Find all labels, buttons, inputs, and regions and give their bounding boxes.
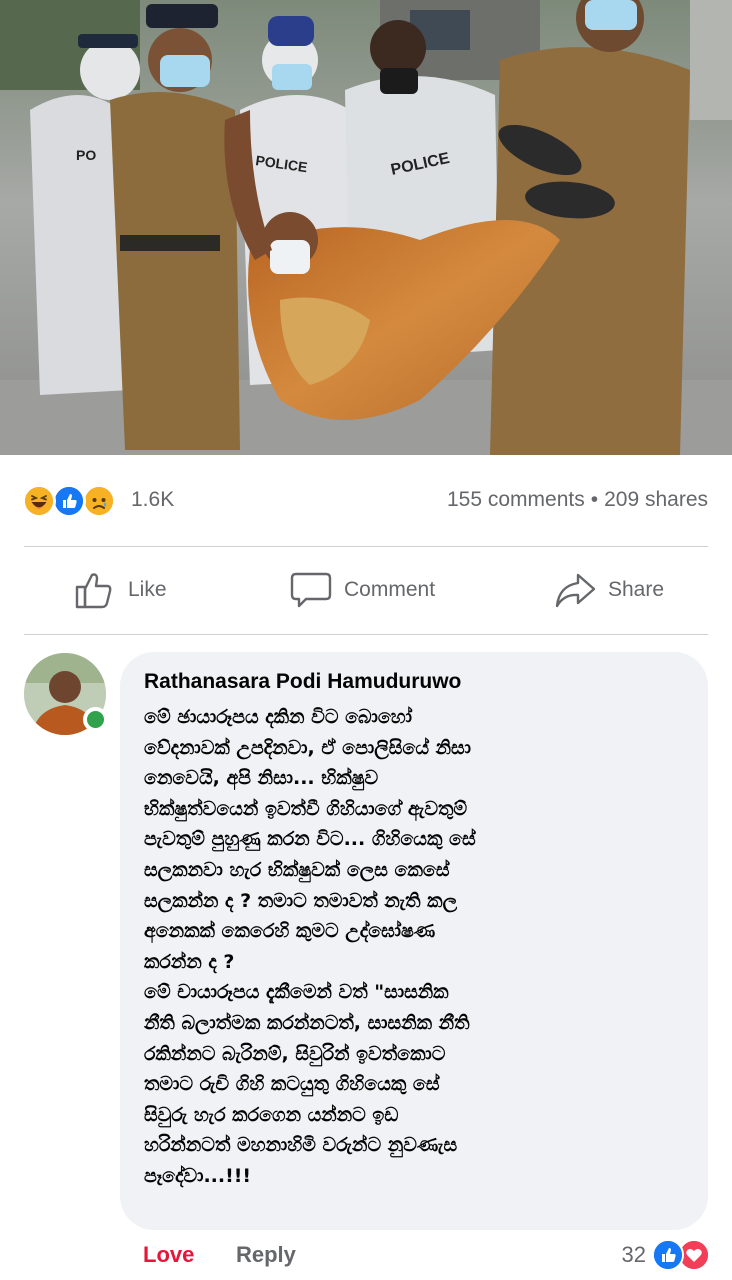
like-button[interactable]: Like (74, 570, 167, 610)
comment-line: පැවතුම් පුහුණු කරන විට... ගිහියෙකු සේ (144, 828, 476, 851)
comment-line: හරින්නටත් මහනාහිමි වරුන්ට නුවණැස (144, 1134, 458, 1157)
comment-button[interactable]: Comment (290, 570, 435, 610)
love-reaction-link[interactable]: Love (143, 1242, 194, 1268)
comment-line: මේ චායාරූපය දැකීමෙන් වත් "සාසනික (144, 981, 449, 1004)
online-status-indicator (83, 707, 108, 732)
comment-line: නීති බලාත්මක කරන්නටත්, සාසනික නීති (144, 1011, 470, 1034)
comment-line: සිවුරු හැර කරගෙන යන්නට ඉඩ (144, 1103, 399, 1126)
comment-line: වේදනාවක් උපදිනවා, ඒ පොලිසියේ නිසා (144, 736, 471, 759)
comment-reaction-count: 32 (621, 1242, 646, 1267)
reaction-count[interactable]: 1.6K (131, 488, 174, 512)
thumbs-up-icon (75, 573, 112, 609)
comment-line: සලකන්න ද ? තමාට තමාවත් නැති කල (144, 889, 458, 912)
comment-line: තමාට රුචි ගිහි කටයුතු ගිහියෙකු සේ (144, 1073, 440, 1096)
haha-icon (22, 484, 56, 518)
share-button[interactable]: Share (554, 570, 664, 610)
comment-text: මේ ඡායාරූපය දකින විට බොහෝ වේදනාවක් උපදින… (144, 702, 684, 1192)
comment-line: භික්ෂුත්වයෙන් ඉවත්වී ගිහියාගේ ඇවතුම් (144, 797, 468, 820)
comment-reaction-summary[interactable]: 32 (622, 1238, 710, 1272)
photo-scene: PO POLICE POLICE (0, 0, 732, 455)
like-icon (52, 484, 86, 518)
reaction-summary: 1.6K 155 comments • 209 shares (0, 470, 732, 530)
comment-line: අනෙකක් කෙරෙහි කුමට උද්ඝෝෂණ (144, 920, 436, 943)
reply-link[interactable]: Reply (236, 1242, 296, 1268)
share-label: Share (608, 578, 665, 601)
divider-bottom (24, 634, 708, 635)
share-arrow-icon (555, 573, 596, 608)
comment-line: සලකනවා හැර භික්ෂුවක් ලෙස කෙසේ (144, 858, 450, 881)
like-icon (652, 1239, 684, 1271)
comments-count[interactable]: 155 comments (447, 488, 585, 511)
separator-dot: • (590, 488, 599, 511)
comment-bubble: Rathanasara Podi Hamuduruwo මේ ඡායාරූපය … (120, 652, 708, 1230)
comment-line: කරන්න ද ? (144, 950, 235, 973)
divider-top (24, 546, 708, 547)
photo-label-po: PO (76, 147, 96, 163)
comment-author[interactable]: Rathanasara Podi Hamuduruwo (144, 668, 684, 696)
reaction-icons[interactable] (22, 484, 132, 518)
engagement-stats: 155 comments • 209 shares (447, 488, 708, 512)
shares-count[interactable]: 209 shares (604, 488, 708, 511)
post-action-bar: Like Comment Share (0, 548, 732, 634)
comment-line: නෙවෙයි, අපි නිසා... භික්ෂුව (144, 767, 379, 790)
comment-label: Comment (344, 578, 436, 601)
comment-line: රකින්නට බැරිනම්, සිවුරින් ඉවත්කොට (144, 1042, 446, 1065)
sad-icon (82, 484, 116, 518)
post-photo[interactable]: PO POLICE POLICE (0, 0, 732, 455)
like-label: Like (128, 578, 167, 601)
comment-line: පෑදේවා...!!! (144, 1164, 252, 1187)
comment-line: මේ ඡායාරූපය දකින විට බොහෝ (144, 706, 413, 728)
comment-footer: Love Reply 32 (0, 1236, 732, 1280)
comment-bubble-icon (290, 572, 332, 608)
